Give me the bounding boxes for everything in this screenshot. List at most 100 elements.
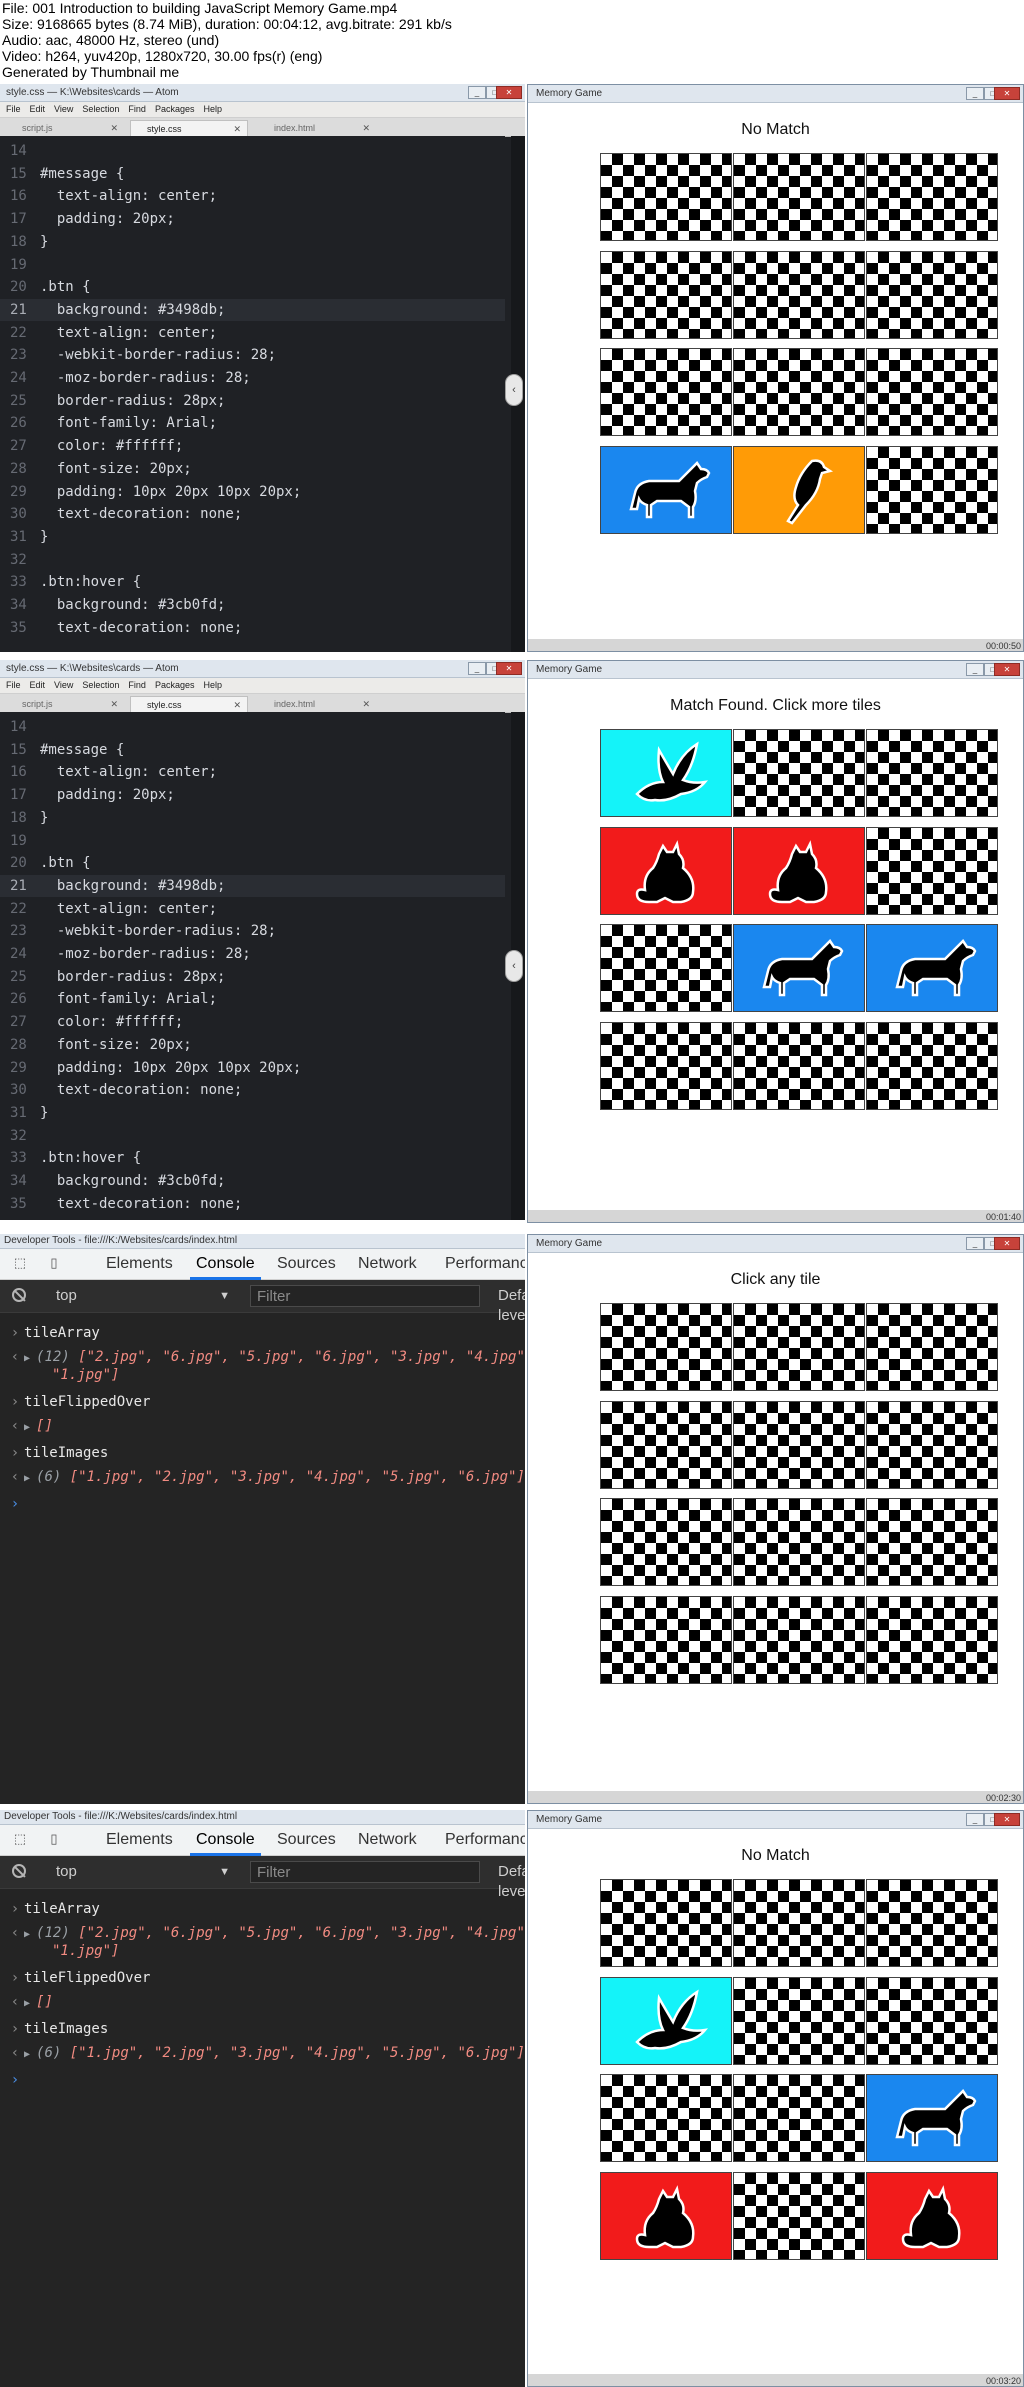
- tile-dog[interactable]: [866, 924, 998, 1012]
- tile-facedown[interactable]: [733, 1400, 865, 1489]
- expand-arrow-icon[interactable]: ▶: [24, 1353, 30, 1364]
- tab-close-icon[interactable]: ✕: [362, 120, 370, 136]
- menu-item-file[interactable]: File: [6, 104, 21, 114]
- tile-facedown[interactable]: [600, 1400, 732, 1489]
- tab-close-icon[interactable]: ✕: [110, 696, 118, 712]
- device-toolbar-icon[interactable]: ▯: [46, 1255, 62, 1271]
- minimize-button[interactable]: _: [966, 1813, 984, 1826]
- minimize-button[interactable]: _: [966, 663, 984, 676]
- console-prompt[interactable]: ›: [0, 1495, 525, 1513]
- close-button[interactable]: ✕: [496, 662, 522, 675]
- minimize-button[interactable]: _: [468, 86, 486, 99]
- tile-facedown[interactable]: [733, 153, 865, 241]
- code-editor[interactable]: 14 15 #message {16 text-align: center; 17 p…: [0, 136, 505, 652]
- close-button[interactable]: ✕: [994, 1813, 1020, 1826]
- tab-script-js[interactable]: script.js ✕: [6, 696, 124, 712]
- menu-item-edit[interactable]: Edit: [30, 680, 46, 690]
- menu-item-view[interactable]: View: [54, 104, 73, 114]
- log-levels-dropdown[interactable]: Default levels: [498, 1286, 525, 1326]
- tile-facedown[interactable]: [866, 250, 998, 339]
- tab-style-css[interactable]: style.css ✕: [130, 696, 248, 712]
- tile-facedown[interactable]: [733, 2074, 865, 2162]
- tab-console[interactable]: Console: [190, 1825, 261, 1856]
- tab-sources[interactable]: Sources: [277, 1249, 336, 1279]
- tab-style-css[interactable]: style.css ✕: [130, 120, 248, 136]
- tile-cat[interactable]: [600, 2171, 732, 2260]
- filter-input[interactable]: Filter: [250, 1285, 480, 1307]
- tile-facedown[interactable]: [733, 1879, 865, 1967]
- tile-dog[interactable]: [600, 445, 732, 534]
- tile-bird[interactable]: [600, 729, 732, 817]
- tile-facedown[interactable]: [866, 729, 998, 817]
- tile-facedown[interactable]: [600, 1595, 732, 1684]
- close-button[interactable]: ✕: [994, 663, 1020, 676]
- tile-cat[interactable]: [866, 2171, 998, 2260]
- tile-facedown[interactable]: [733, 250, 865, 339]
- tab-index-html[interactable]: index.html ✕: [258, 696, 376, 712]
- tile-facedown[interactable]: [733, 1021, 865, 1110]
- tile-facedown[interactable]: [600, 1498, 732, 1586]
- clear-console-icon[interactable]: [12, 1288, 26, 1302]
- menu-item-edit[interactable]: Edit: [30, 104, 46, 114]
- tab-close-icon[interactable]: ✕: [233, 697, 241, 713]
- context-selector[interactable]: top ▼: [56, 1286, 234, 1306]
- expand-arrow-icon[interactable]: ▶: [24, 1422, 30, 1433]
- tile-facedown[interactable]: [600, 1303, 732, 1391]
- inspect-element-icon[interactable]: ⬚: [12, 1831, 28, 1847]
- tile-dog[interactable]: [733, 924, 865, 1012]
- tile-bird[interactable]: [600, 1976, 732, 2065]
- tile-facedown[interactable]: [866, 1498, 998, 1586]
- tile-facedown[interactable]: [733, 1976, 865, 2065]
- tile-facedown[interactable]: [733, 729, 865, 817]
- panel-resize-handle[interactable]: ‹: [505, 374, 523, 406]
- tab-network[interactable]: Network: [358, 1825, 417, 1855]
- tile-facedown[interactable]: [600, 348, 732, 436]
- code-editor[interactable]: 14 15 #message {16 text-align: center; 17 p…: [0, 712, 505, 1220]
- tile-facedown[interactable]: [866, 445, 998, 534]
- menu-item-find[interactable]: Find: [128, 680, 146, 690]
- tab-sources[interactable]: Sources: [277, 1825, 336, 1855]
- tile-facedown[interactable]: [866, 1595, 998, 1684]
- clear-console-icon[interactable]: [12, 1864, 26, 1878]
- device-toolbar-icon[interactable]: ▯: [46, 1831, 62, 1847]
- tab-close-icon[interactable]: ✕: [110, 120, 118, 136]
- panel-resize-handle[interactable]: ‹: [505, 950, 523, 982]
- expand-arrow-icon[interactable]: ▶: [24, 1998, 30, 2009]
- tab-index-html[interactable]: index.html ✕: [258, 120, 376, 136]
- close-button[interactable]: ✕: [496, 86, 522, 99]
- filter-input[interactable]: Filter: [250, 1861, 480, 1883]
- console-prompt[interactable]: ›: [0, 2071, 525, 2089]
- tile-parrot[interactable]: [733, 445, 865, 534]
- menu-item-view[interactable]: View: [54, 680, 73, 690]
- tab-performance[interactable]: Performance: [445, 1249, 525, 1279]
- tile-facedown[interactable]: [600, 1879, 732, 1967]
- tile-facedown[interactable]: [733, 1595, 865, 1684]
- tile-facedown[interactable]: [733, 1303, 865, 1391]
- minimize-button[interactable]: _: [966, 87, 984, 100]
- tile-facedown[interactable]: [600, 153, 732, 241]
- close-button[interactable]: ✕: [994, 87, 1020, 100]
- tile-facedown[interactable]: [600, 250, 732, 339]
- minimize-button[interactable]: _: [468, 662, 486, 675]
- tile-facedown[interactable]: [866, 1021, 998, 1110]
- tile-facedown[interactable]: [600, 1021, 732, 1110]
- tab-network[interactable]: Network: [358, 1249, 417, 1279]
- tile-facedown[interactable]: [866, 153, 998, 241]
- tile-facedown[interactable]: [600, 2074, 732, 2162]
- menu-item-help[interactable]: Help: [203, 104, 222, 114]
- menu-item-find[interactable]: Find: [128, 104, 146, 114]
- menu-item-file[interactable]: File: [6, 680, 21, 690]
- tile-facedown[interactable]: [866, 826, 998, 915]
- expand-arrow-icon[interactable]: ▶: [24, 1473, 30, 1484]
- tile-facedown[interactable]: [733, 1498, 865, 1586]
- inspect-element-icon[interactable]: ⬚: [12, 1255, 28, 1271]
- context-selector[interactable]: top ▼: [56, 1862, 234, 1882]
- log-levels-dropdown[interactable]: Default levels: [498, 1862, 525, 1902]
- minimize-button[interactable]: _: [966, 1237, 984, 1250]
- tile-facedown[interactable]: [866, 1303, 998, 1391]
- tab-close-icon[interactable]: ✕: [362, 696, 370, 712]
- tab-console[interactable]: Console: [190, 1249, 261, 1280]
- tile-facedown[interactable]: [733, 2171, 865, 2260]
- tile-facedown[interactable]: [733, 348, 865, 436]
- menu-item-selection[interactable]: Selection: [82, 680, 119, 690]
